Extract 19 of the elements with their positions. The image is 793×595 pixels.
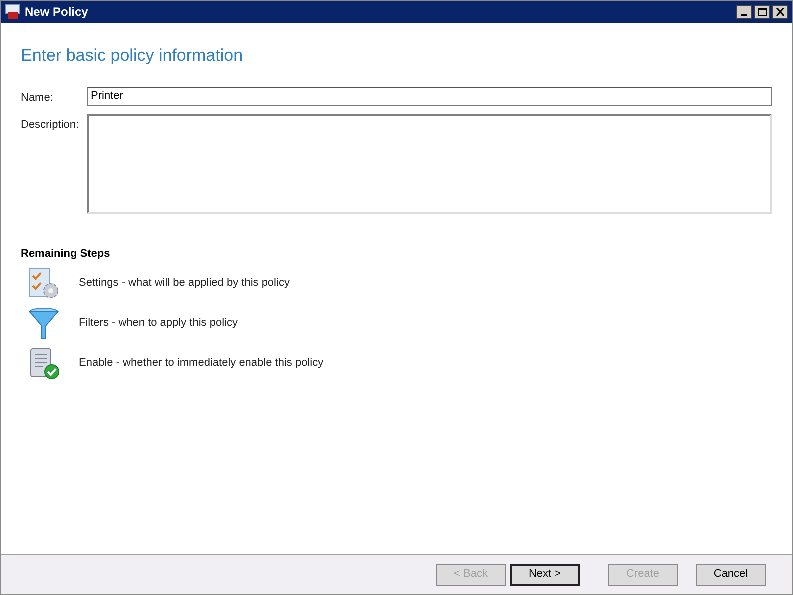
dialog-button[interactable]: Cancel xyxy=(696,564,766,586)
window-app-icon xyxy=(5,4,21,20)
step-description: Enable - whether to immediately enable this policy xyxy=(79,356,324,372)
step-description: Settings - what will be applied by this policy xyxy=(79,276,290,292)
section-heading: Remaining Steps xyxy=(21,247,112,262)
dialog-button[interactable]: Next > xyxy=(510,564,580,586)
field-label: Description: xyxy=(21,118,80,133)
name-field[interactable]: Printer xyxy=(87,86,772,106)
step-description: Filters - when to apply this policy xyxy=(79,316,238,332)
funnel-icon xyxy=(27,306,61,340)
minimize-button[interactable] xyxy=(736,5,752,19)
window-title: New Policy xyxy=(25,4,90,21)
description-field[interactable] xyxy=(87,114,772,214)
field-label: Name: xyxy=(21,90,54,106)
checklist-gear-icon xyxy=(27,266,61,300)
close-icon xyxy=(776,8,784,16)
page-heading: Enter basic policy information xyxy=(21,45,244,67)
maximize-button[interactable] xyxy=(754,5,770,19)
close-button[interactable] xyxy=(772,5,788,19)
